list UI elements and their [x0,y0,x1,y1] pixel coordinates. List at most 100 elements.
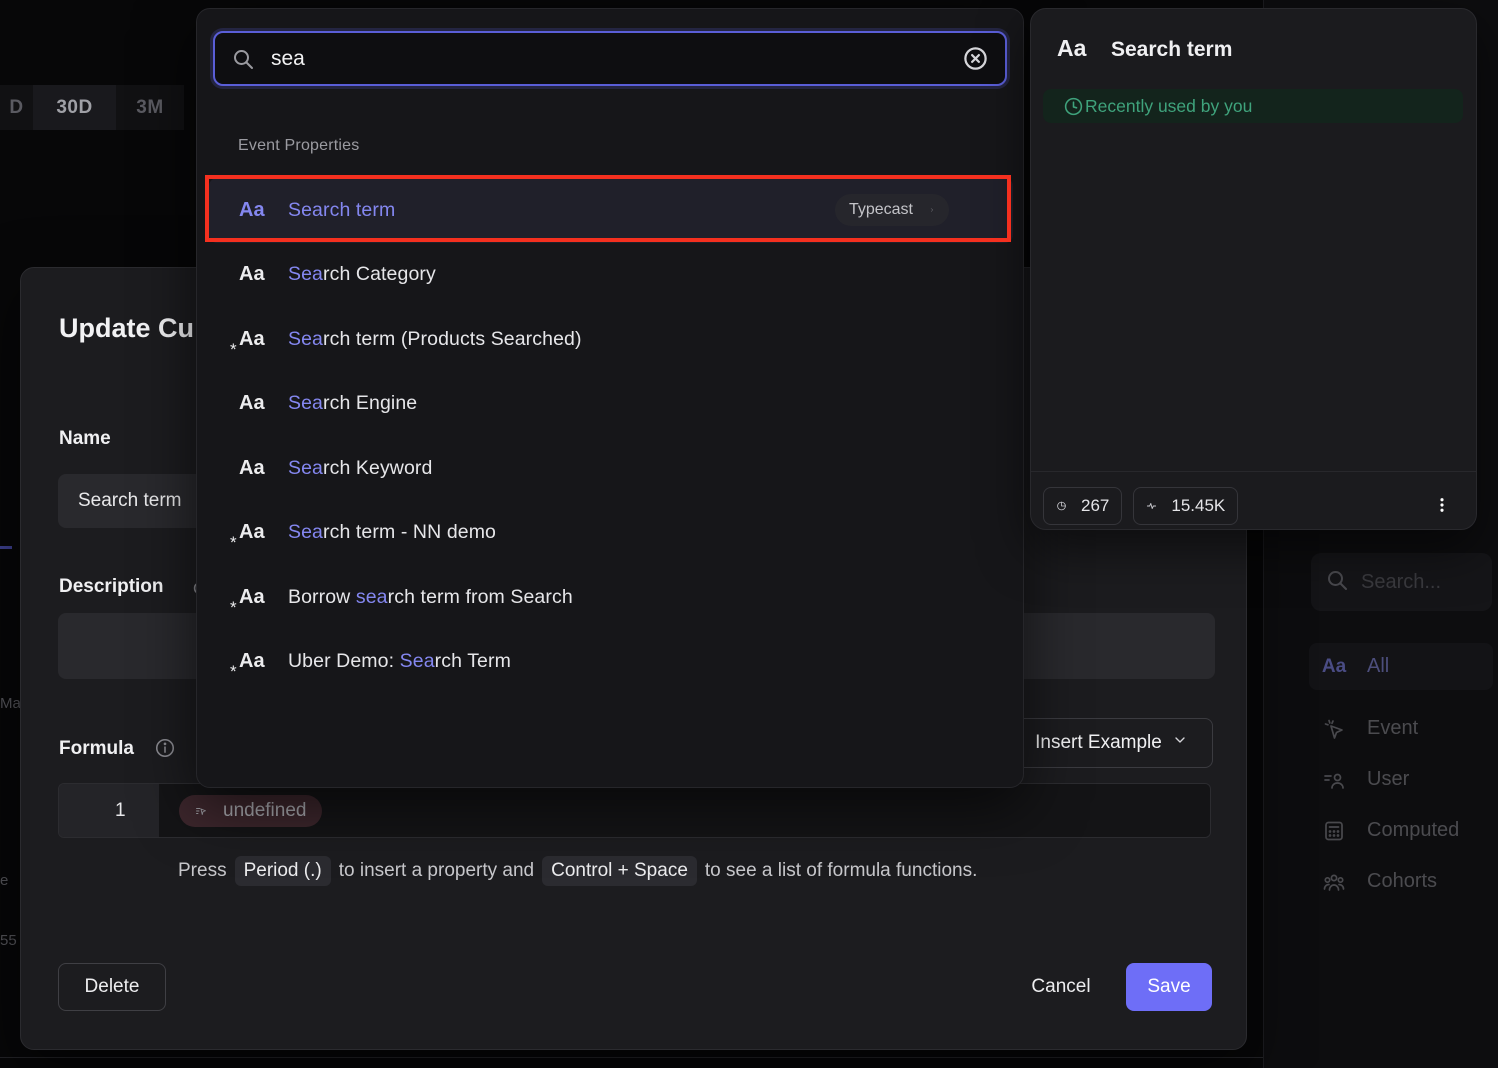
search-icon [1325,568,1349,597]
property-row-label: Search term (Products Searched) [288,328,582,351]
sidebar-item-computed[interactable]: Computed [1309,807,1493,854]
axis-label-fragment: 55 [0,932,17,949]
sidebar-item-label: Computed [1367,819,1459,842]
property-row-label: Search Category [288,263,436,286]
formula-input[interactable]: undefined [159,784,1210,837]
property-row[interactable]: Aa*Search term (Products Searched) [209,307,1013,372]
text-property-icon: Aa [239,457,271,480]
stat-pill[interactable]: 15.45K [1133,487,1238,525]
property-row-label: Borrow search term from Search [288,586,573,609]
custom-text-property-icon: Aa* [239,650,271,673]
sidebar-item-label: All [1367,655,1389,678]
sidebar-item-user[interactable]: User [1309,756,1493,803]
property-row[interactable]: Aa Search Engine [209,372,1013,437]
sidebar-item-label: Cohorts [1367,870,1437,893]
description-label: Description [59,576,164,598]
kebab-menu-icon[interactable] [1430,487,1454,523]
property-search-dropdown: Event Properties AaSearch termTypecastAa… [196,8,1024,788]
property-row[interactable]: Aa Search term Typecast [209,178,1013,243]
custom-text-property-icon: Aa* [239,521,271,544]
time-range-tab-30d[interactable]: 30D [33,85,116,130]
stat-value: 15.45K [1171,496,1225,516]
time-range-tab-d[interactable]: D [0,85,33,130]
text-property-icon: Aa [239,263,271,286]
property-search-input[interactable] [269,46,962,72]
delete-button[interactable]: Delete [58,963,166,1011]
chart-line-fragment [0,546,12,549]
pulse-icon [1146,497,1164,515]
sidebar-search-input[interactable] [1359,570,1473,595]
formula-hint: Press Period (.) to insert a property an… [178,856,977,886]
search-icon [231,47,255,71]
property-row[interactable]: Aa* Search term - NN demo [209,501,1013,566]
custom-property-asterisk: * [230,533,237,553]
sidebar-item-cohorts[interactable]: Cohorts [1309,858,1493,905]
axis-label-fragment: e [0,872,8,889]
sidebar-item-label: User [1367,768,1409,791]
property-list: AaSearch termTypecastAaSearch CategoryAa… [209,178,1013,694]
property-row[interactable]: Aa Search Category [209,243,1013,308]
time-range-tabs: D30D3M [0,85,184,130]
formula-line-number: 1 [115,800,126,822]
insert-example-button[interactable]: Insert Example [1010,718,1213,768]
background-panel-edge [0,1057,1281,1068]
text-property-icon: Aa [239,199,271,222]
property-row-label: Search Keyword [288,457,432,480]
period-key-chip: Period (.) [235,856,331,886]
undefined-token-label: undefined [223,800,306,822]
property-row-label: Uber Demo: Search Term [288,650,511,673]
recently-used-label: Recently used by you [1085,96,1252,117]
sidebar-item-all[interactable]: Aa All [1309,643,1493,690]
aa-type-icon: Aa [1321,654,1347,680]
modal-title: Update Cu [59,313,194,344]
formula-label: Formula [59,738,134,760]
stat-value: 267 [1081,496,1109,516]
cancel-button[interactable]: Cancel [1016,963,1106,1011]
property-row-label: Search Engine [288,392,417,415]
property-row-label: Search term - NN demo [288,521,496,544]
save-button[interactable]: Save [1126,963,1212,1011]
control-space-key-chip: Control + Space [542,856,697,886]
app-root: D30D3M Maye55 AaAllEventUserComputedCoho… [0,0,1498,1068]
custom-property-asterisk: * [230,340,237,360]
property-detail-panel: Aa Search term Recently used by you 267 1… [1030,8,1477,530]
formula-gutter: 1 [59,784,159,837]
info-icon[interactable] [154,737,176,759]
computed-icon [1321,818,1347,844]
custom-property-asterisk: * [230,598,237,618]
typecast-button[interactable]: Typecast [835,194,949,226]
property-detail-title: Search term [1111,38,1232,62]
divider [1031,471,1476,472]
custom-property-asterisk: * [230,662,237,682]
custom-text-property-icon: Aa* [239,586,271,609]
hint-text: Press [178,860,227,882]
section-header: Event Properties [238,137,359,155]
property-type-icon: Aa [1057,35,1086,62]
event-icon [1321,716,1347,742]
property-token-icon [195,801,215,821]
undefined-token-chip[interactable]: undefined [179,795,322,827]
sidebar-search[interactable] [1311,553,1492,611]
hint-text: to see a list of formula functions. [705,860,977,882]
sidebar-item-label: Event [1367,717,1418,740]
cohorts-icon [1321,869,1347,895]
chevron-down-icon [1162,732,1188,754]
property-row[interactable]: Aa* Uber Demo: Search Term [209,630,1013,695]
hint-text: to insert a property and [339,860,534,882]
pie-icon [1056,497,1074,515]
clear-icon[interactable] [962,45,989,72]
property-search-field[interactable] [213,31,1007,86]
formula-editor[interactable]: 1 undefined [58,783,1211,838]
property-row[interactable]: Aa Search Keyword [209,436,1013,501]
clock-icon [1053,96,1074,117]
name-label: Name [59,428,111,450]
stat-pill[interactable]: 267 [1043,487,1122,525]
time-range-tab-3m[interactable]: 3M [116,85,184,130]
typecast-label: Typecast [849,201,913,219]
text-property-icon: Aa [239,392,271,415]
property-row[interactable]: Aa* Borrow search term from Search [209,565,1013,630]
recently-used-badge: Recently used by you [1043,89,1463,123]
chevron-right-icon [921,203,935,217]
sidebar-item-event[interactable]: Event [1309,705,1493,752]
property-row-label: Search term [288,199,395,222]
